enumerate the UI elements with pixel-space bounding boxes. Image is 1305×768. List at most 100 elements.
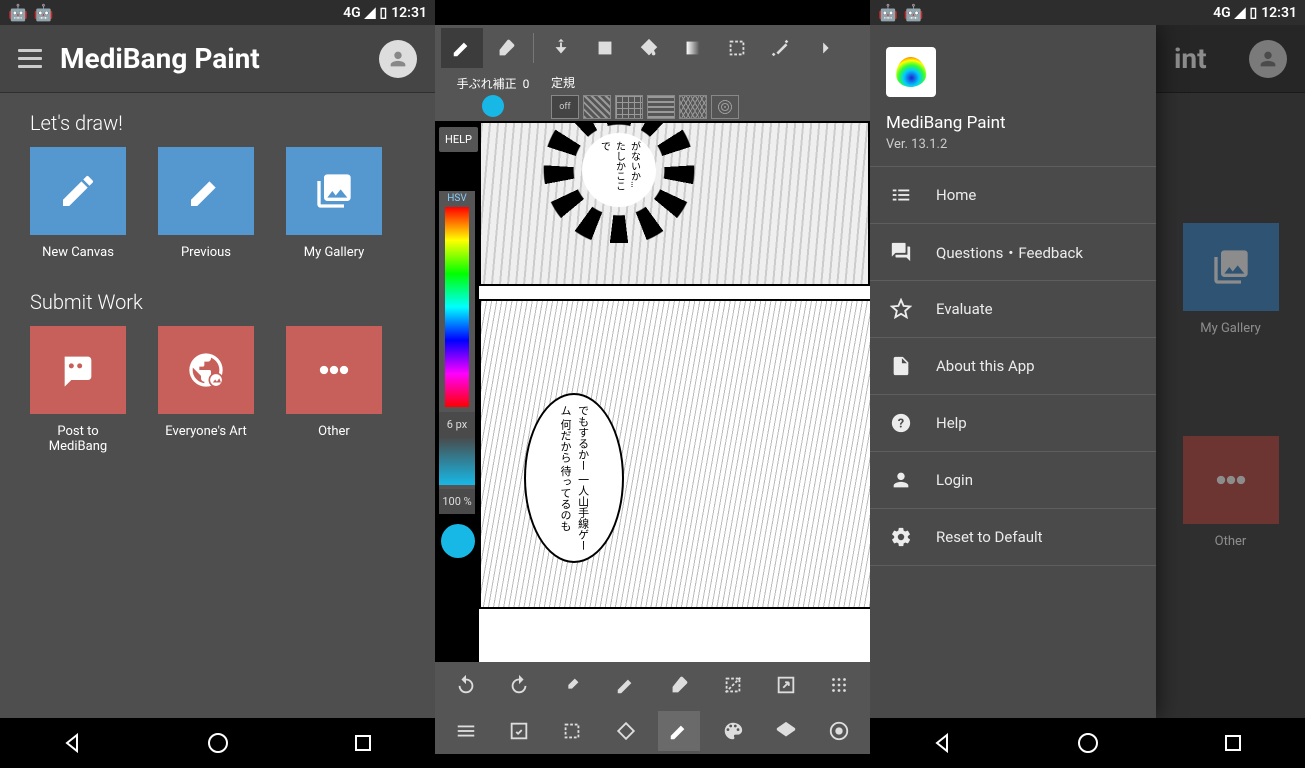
menu-about[interactable]: About this App: [870, 338, 1156, 395]
wand-tool[interactable]: [760, 28, 802, 68]
fullscreen-button[interactable]: [765, 665, 807, 705]
opacity-label[interactable]: 100 %: [439, 489, 475, 514]
fill-rect-tool[interactable]: [584, 28, 626, 68]
speech-bubble: でもするかー 一人山手線ゲーム 何だから 待ってるのも: [524, 393, 624, 563]
tile-post-medibang[interactable]: Post to MediBang: [30, 326, 126, 454]
menu-label: Help: [936, 414, 967, 432]
rotate-icon[interactable]: [605, 711, 647, 751]
redo-button[interactable]: [498, 665, 540, 705]
ruler-crosshatch[interactable]: [647, 95, 675, 119]
canvas[interactable]: HELP HSV 6 px 100 % がないか… たしかここで でもするかー …: [435, 121, 870, 662]
menu-help[interactable]: ? Help: [870, 395, 1156, 452]
menu-label: Questions・Feedback: [936, 242, 1083, 263]
drawer-app-name: MediBang Paint: [886, 113, 1140, 133]
ruler-label: 定規: [551, 74, 862, 91]
background-content: int My Gallery Other: [1156, 25, 1305, 718]
eraser-tool[interactable]: [485, 28, 527, 68]
ruler-grid[interactable]: [615, 95, 643, 119]
app-header: MediBang Paint: [0, 25, 435, 93]
nav-bar-tools: [435, 708, 870, 754]
clock: 12:31: [1261, 5, 1297, 21]
gradient-tool[interactable]: [672, 28, 714, 68]
more-tools[interactable]: [804, 28, 846, 68]
move-tool[interactable]: [540, 28, 582, 68]
stabilizer-control[interactable]: 手ぶれ補正 0: [443, 75, 543, 117]
status-bar: [435, 0, 870, 25]
home-icon[interactable]: [1076, 731, 1100, 755]
tile-previous[interactable]: Previous: [158, 147, 254, 260]
menu-label: Home: [936, 186, 976, 204]
grid-button[interactable]: [818, 665, 860, 705]
menu-feedback[interactable]: Questions・Feedback: [870, 224, 1156, 281]
profile-avatar[interactable]: [379, 40, 417, 78]
hsv-label: HSV: [439, 191, 475, 206]
nav-spacer: [435, 754, 870, 768]
phone-screen-canvas: 手ぶれ補正 0 定規 off HELP HSV 6 px: [435, 0, 870, 768]
brush-tool[interactable]: [441, 28, 483, 68]
color-panel[interactable]: HSV 6 px 100 %: [439, 191, 475, 514]
ruler-off[interactable]: off: [551, 95, 579, 119]
recent-icon[interactable]: [1221, 731, 1245, 755]
pen-button[interactable]: [605, 665, 647, 705]
main-toolbar: [435, 25, 870, 71]
brush-size-label[interactable]: 6 px: [439, 412, 475, 437]
tile-label: Everyone's Art: [165, 424, 246, 439]
notification-icon: 🤖: [904, 3, 924, 22]
menu-button[interactable]: [18, 49, 42, 68]
tile-everyones-art[interactable]: Everyone's Art: [158, 326, 254, 454]
phone-screen-drawer: 🤖 🤖 4G ◢ ▯ 12:31 int My Gallery: [870, 0, 1305, 768]
menu-evaluate[interactable]: Evaluate: [870, 281, 1156, 338]
menu-reset[interactable]: Reset to Default: [870, 509, 1156, 566]
app-title: MediBang Paint: [60, 42, 260, 75]
notification-icon: 🤖: [8, 3, 28, 22]
recent-icon[interactable]: [351, 731, 375, 755]
menu-home[interactable]: Home: [870, 167, 1156, 224]
back-icon[interactable]: [931, 731, 955, 755]
ruler-concentric[interactable]: [711, 95, 739, 119]
color-tab[interactable]: [712, 711, 754, 751]
battery-icon: ▯: [379, 5, 387, 21]
deselect-button[interactable]: [712, 665, 754, 705]
network-label: 4G: [1213, 5, 1231, 21]
tile-label: Previous: [181, 245, 231, 260]
signal-icon: ◢: [365, 5, 376, 21]
submit-grid: Post to MediBang Everyone's Art Other: [0, 326, 435, 466]
android-nav-bar: [0, 718, 435, 768]
tile-label: Other: [318, 424, 350, 439]
edit-icon[interactable]: [498, 711, 540, 751]
stabilizer-indicator: [482, 95, 504, 117]
hue-slider[interactable]: [445, 207, 469, 407]
selection-icon[interactable]: [551, 711, 593, 751]
undo-button[interactable]: [445, 665, 487, 705]
select-tool[interactable]: [716, 28, 758, 68]
tile-new-canvas[interactable]: New Canvas: [30, 147, 126, 260]
tile-other[interactable]: Other: [286, 326, 382, 454]
help-button[interactable]: HELP: [439, 127, 478, 152]
eyedropper-tool[interactable]: [551, 665, 593, 705]
pen-tab[interactable]: [658, 711, 700, 751]
artwork: がないか… たしかここで でもするかー 一人山手線ゲーム 何だから 待ってるのも: [479, 121, 870, 662]
menu-icon[interactable]: [445, 711, 487, 751]
tile-my-gallery[interactable]: My Gallery: [286, 147, 382, 260]
clock: 12:31: [391, 5, 427, 21]
action-bar: [435, 662, 870, 708]
ruler-vanishing[interactable]: [679, 95, 707, 119]
ruler-parallel[interactable]: [583, 95, 611, 119]
color-preview[interactable]: [441, 524, 475, 558]
sub-toolbar: 手ぶれ補正 0 定規 off: [435, 71, 870, 121]
battery-icon: ▯: [1249, 5, 1257, 21]
eraser-button[interactable]: [658, 665, 700, 705]
tile-label: My Gallery: [304, 245, 365, 260]
menu-label: About this App: [936, 357, 1035, 375]
layers-tab[interactable]: [765, 711, 807, 751]
bucket-tool[interactable]: [628, 28, 670, 68]
home-icon[interactable]: [206, 731, 230, 755]
bg-title-fragment: int: [1174, 42, 1207, 75]
tile-label: Post to MediBang: [30, 424, 126, 454]
materials-tab[interactable]: [818, 711, 860, 751]
menu-login[interactable]: Login: [870, 452, 1156, 509]
back-icon[interactable]: [61, 731, 85, 755]
drawer-version: Ver. 13.1.2: [886, 137, 1140, 152]
menu-label: Evaluate: [936, 300, 993, 318]
status-bar: 🤖 🤖 4G ◢ ▯ 12:31: [0, 0, 435, 25]
